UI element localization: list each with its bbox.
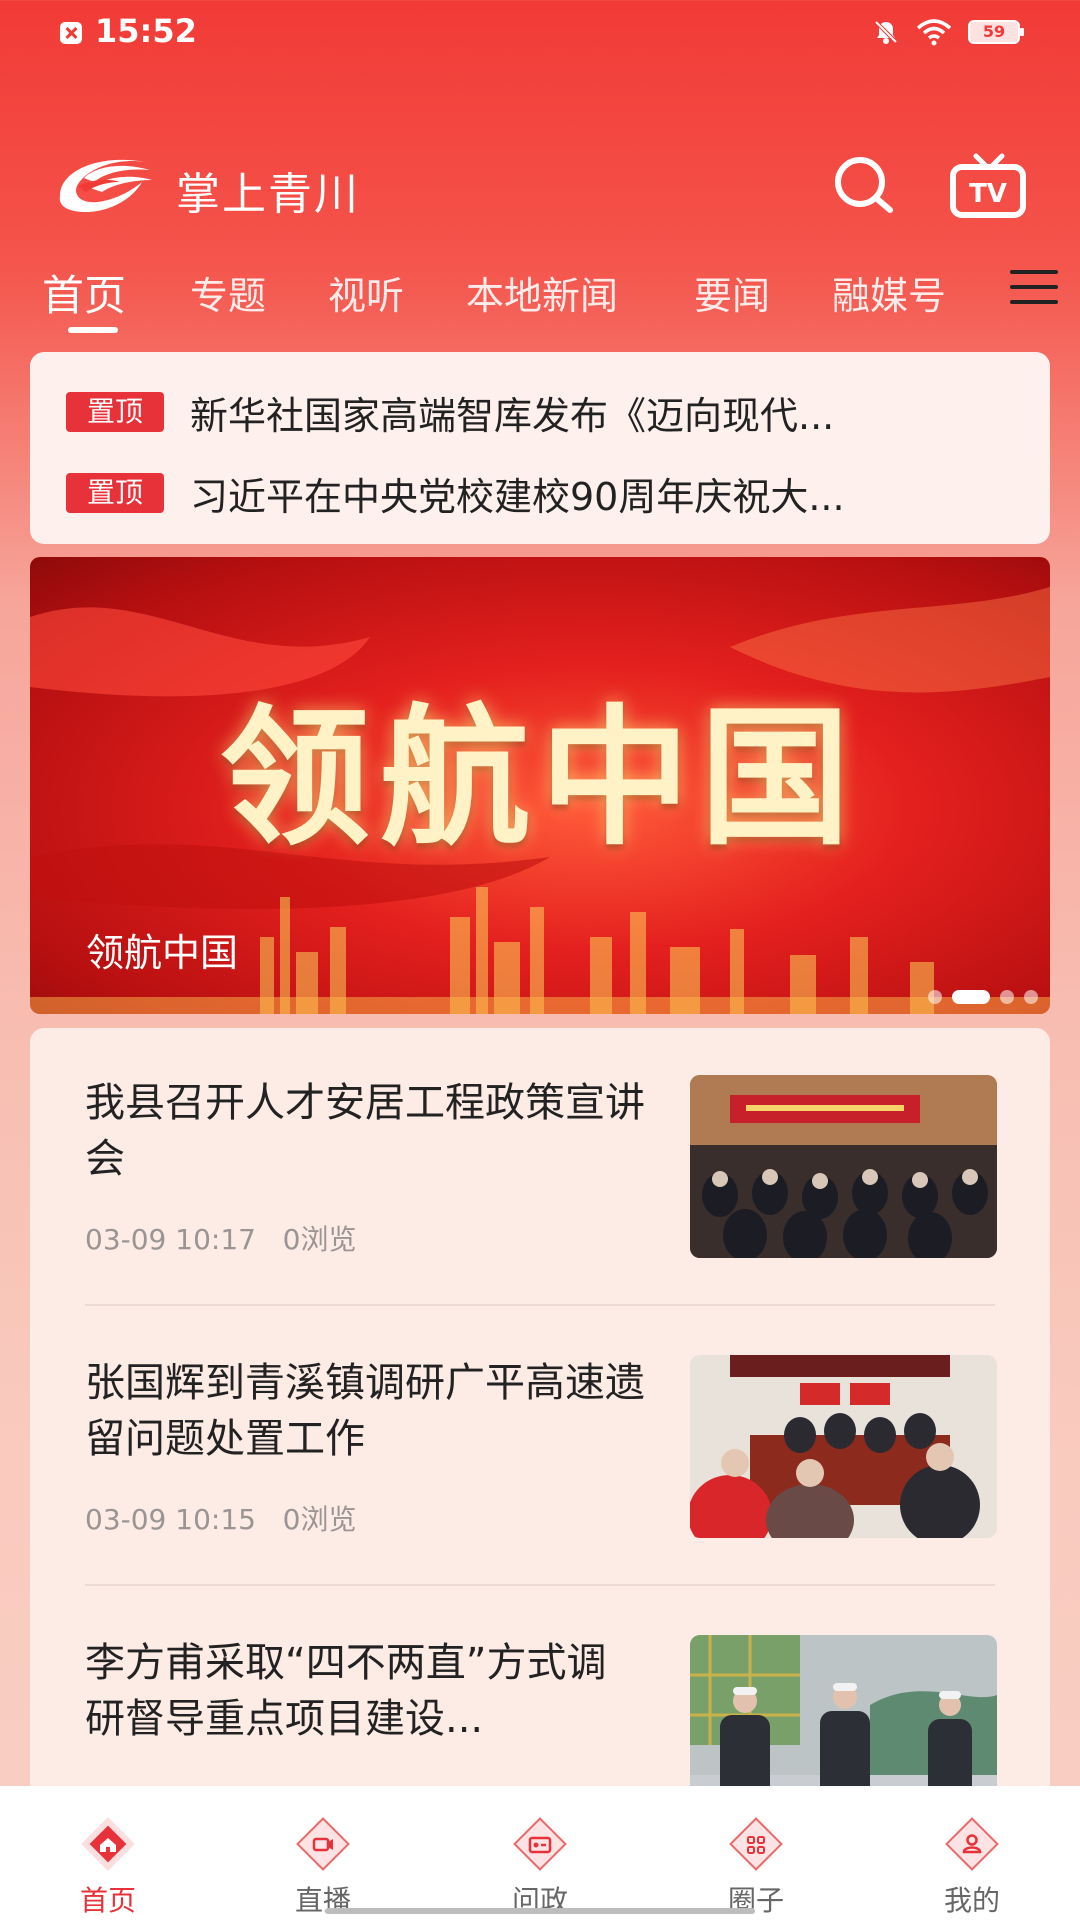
carousel-dot[interactable] — [1000, 990, 1014, 1004]
news-title: 我县召开人才安居工程政策宣讲会 — [85, 1080, 645, 1182]
battery-indicator: 59 — [968, 20, 1024, 44]
news-item[interactable]: 我县召开人才安居工程政策宣讲会 03-09 10:17 0浏览 — [85, 1075, 997, 1355]
news-date: 03-09 10:17 — [85, 1223, 256, 1256]
news-title: 李方甫采取“四不两直”方式调研督导重点项目建设... — [85, 1640, 607, 1742]
channel-tabs: 首页 专题 视听 本地新闻 要闻 融媒号 — [0, 255, 1080, 335]
news-divider — [85, 1304, 995, 1306]
news-meta: 03-09 10:17 0浏览 — [85, 1218, 356, 1258]
nav-inquiry[interactable]: 问政 — [470, 1786, 610, 1920]
app-logo — [50, 148, 155, 218]
news-views: 0浏览 — [282, 1223, 357, 1256]
nav-live[interactable]: 直播 — [253, 1786, 393, 1920]
tab-video-audio[interactable]: 视听 — [328, 265, 404, 320]
status-icons: 59 — [872, 18, 1024, 46]
pinned-badge: 置顶 — [66, 392, 164, 432]
tab-home[interactable]: 首页 — [42, 262, 126, 323]
status-time: 15:52 — [95, 12, 197, 50]
home-indicator[interactable] — [325, 1908, 755, 1914]
svg-text:TV: TV — [969, 179, 1007, 209]
pinned-badge: 置顶 — [66, 473, 164, 513]
pinned-item[interactable]: 置顶 新华社国家高端智库发布《迈向现代... — [66, 382, 1026, 442]
news-thumbnail — [690, 1355, 997, 1538]
wifi-icon — [916, 18, 952, 46]
search-icon — [835, 157, 893, 213]
search-button[interactable] — [828, 150, 898, 220]
user-icon — [945, 1817, 999, 1871]
bottom-nav: 首页 直播 问政 圈子 我的 — [0, 1786, 1080, 1920]
home-icon — [81, 1817, 135, 1871]
tab-topics[interactable]: 专题 — [190, 265, 266, 320]
pinned-title: 新华社国家高端智库发布《迈向现代... — [190, 393, 835, 438]
tv-icon: TV — [950, 153, 1026, 218]
bell-off-icon — [872, 18, 900, 46]
nav-me[interactable]: 我的 — [902, 1786, 1042, 1920]
news-views: 0浏览 — [282, 1503, 357, 1536]
channel-menu-button[interactable] — [1010, 270, 1058, 310]
carousel-dot[interactable] — [928, 990, 942, 1004]
news-thumbnail — [690, 1075, 997, 1258]
carousel-dot-active[interactable] — [952, 990, 990, 1004]
live-camera-icon — [296, 1817, 350, 1871]
carousel-dot[interactable] — [1024, 990, 1038, 1004]
news-date: 03-09 10:15 — [85, 1503, 256, 1536]
pinned-news: 置顶 新华社国家高端智库发布《迈向现代... 置顶 习近平在中央党校建校90周年… — [30, 352, 1050, 544]
banner-caption: 领航中国 — [86, 931, 239, 975]
banner-art-title: 领航中国 — [219, 690, 860, 866]
nav-label: 我的 — [943, 1884, 1000, 1917]
tab-media-accounts[interactable]: 融媒号 — [832, 265, 946, 320]
news-divider — [85, 1584, 995, 1586]
nav-circle[interactable]: 圈子 — [686, 1786, 826, 1920]
app-title: 掌上青川 — [176, 169, 360, 220]
nav-home[interactable]: 首页 — [38, 1786, 178, 1920]
pinned-item[interactable]: 置顶 习近平在中央党校建校90周年庆祝大... — [66, 463, 1026, 523]
nav-label: 首页 — [79, 1884, 136, 1917]
carousel-dots — [928, 990, 1038, 1004]
active-tab-indicator — [68, 327, 118, 333]
news-title: 张国辉到青溪镇调研广平高速遗留问题处置工作 — [85, 1360, 645, 1462]
app-header: 掌上青川 TV — [0, 130, 1080, 230]
pinned-title: 习近平在中央党校建校90周年庆祝大... — [190, 474, 845, 519]
grid-icon — [729, 1817, 783, 1871]
tab-headlines[interactable]: 要闻 — [694, 265, 770, 320]
tab-local-news[interactable]: 本地新闻 — [466, 265, 618, 320]
tv-button[interactable]: TV — [948, 150, 1028, 220]
news-meta: 03-09 10:15 0浏览 — [85, 1498, 356, 1538]
id-card-icon — [513, 1817, 567, 1871]
banner-carousel[interactable]: 领航中国 领航中国 — [30, 557, 1050, 1014]
status-bar: 15:52 59 — [0, 0, 1080, 70]
news-item[interactable]: 张国辉到青溪镇调研广平高速遗留问题处置工作 03-09 10:15 0浏览 — [85, 1355, 997, 1635]
notification-app-icon — [60, 22, 82, 44]
